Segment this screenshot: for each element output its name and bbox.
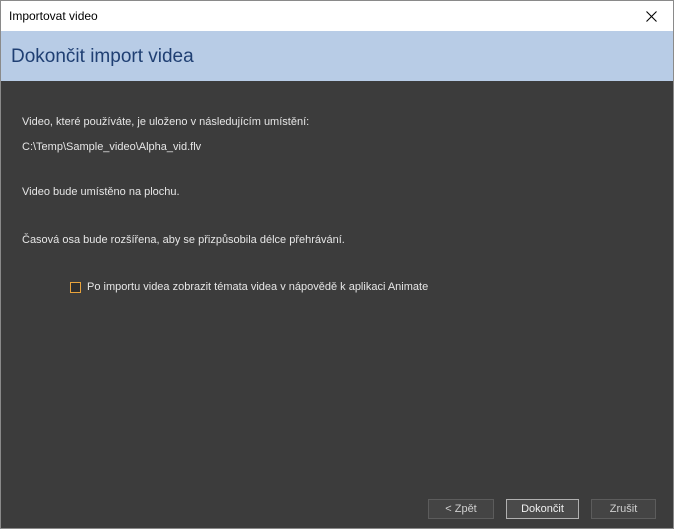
cancel-button[interactable]: Zrušit	[591, 499, 656, 519]
close-button[interactable]	[629, 1, 673, 31]
page-title: Dokončit import videa	[11, 46, 194, 67]
wizard-content: Video, které používáte, je uloženo v nás…	[1, 81, 673, 528]
show-help-option[interactable]: Po importu videa zobrazit témata videa v…	[70, 280, 428, 294]
finish-button[interactable]: Dokončit	[506, 499, 579, 519]
import-video-dialog: Importovat video Dokončit import videa V…	[0, 0, 674, 529]
location-label: Video, které používáte, je uloženo v nás…	[22, 116, 310, 128]
close-icon	[645, 10, 657, 22]
window-title: Importovat video	[9, 9, 98, 23]
file-path: C:\Temp\Sample_video\Alpha_vid.flv	[22, 141, 202, 153]
show-help-checkbox[interactable]	[70, 281, 81, 293]
title-bar: Importovat video	[1, 1, 673, 31]
wizard-header: Dokončit import videa	[1, 31, 673, 81]
placement-text: Video bude umístěno na plochu.	[22, 186, 180, 198]
timeline-text: Časová osa bude rozšířena, aby se přizpů…	[22, 234, 345, 246]
back-button[interactable]: < Zpět	[428, 499, 494, 519]
show-help-label[interactable]: Po importu videa zobrazit témata videa v…	[87, 281, 428, 294]
